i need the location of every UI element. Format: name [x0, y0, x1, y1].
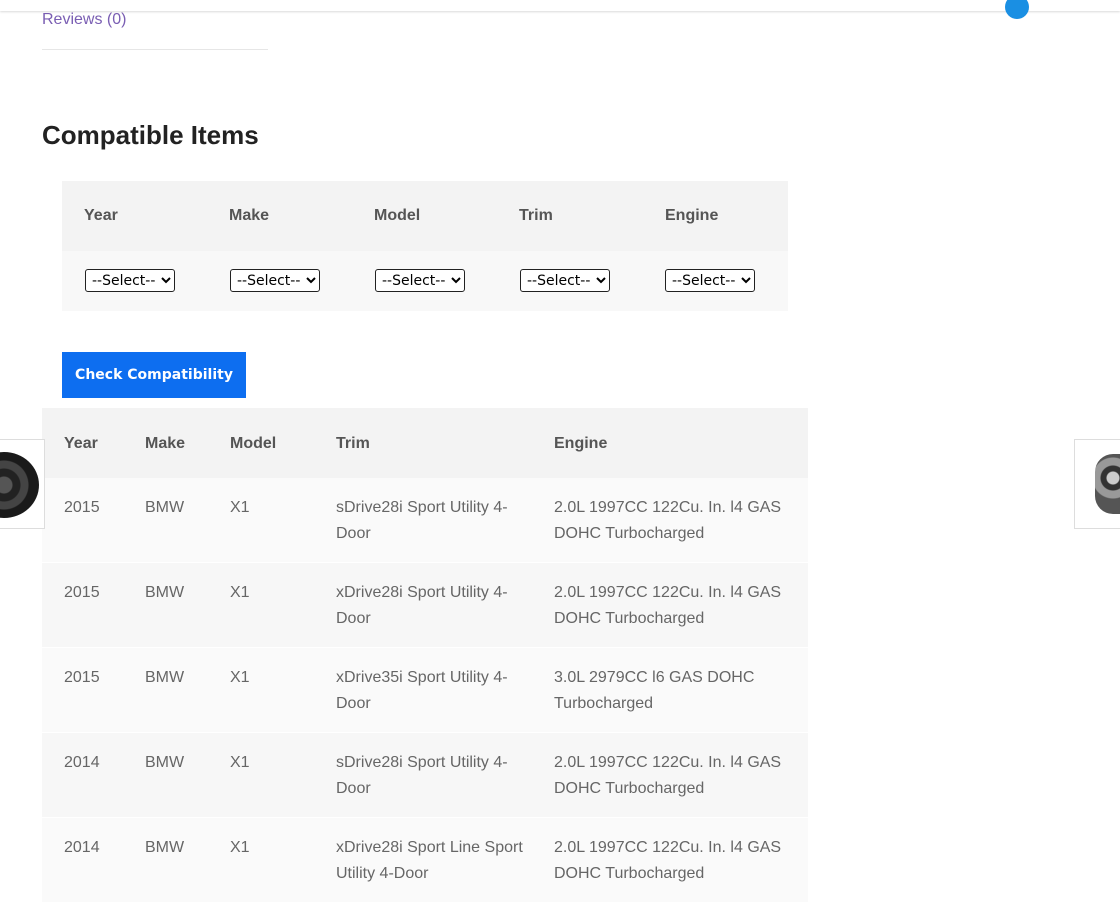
make-select-wrap: --Select-- — [230, 269, 320, 292]
filter-label-year: Year — [84, 207, 118, 224]
cell-model: X1 — [230, 499, 250, 516]
cell-model: X1 — [230, 669, 250, 686]
filter-label-make: Make — [229, 207, 270, 224]
header-engine: Engine — [554, 435, 608, 452]
header-year: Year — [64, 435, 98, 452]
cell-model: X1 — [230, 754, 250, 771]
year-select[interactable]: --Select-- — [85, 269, 175, 292]
engine-select[interactable]: --Select-- — [665, 269, 755, 292]
scroll-top-icon[interactable] — [1005, 0, 1029, 19]
table-header: Year Make Model Trim Engine — [42, 408, 808, 478]
cell-trim: xDrive28i Sport Line Sport Utility 4-Doo… — [336, 839, 523, 882]
cell-year: 2015 — [64, 584, 100, 601]
tab-reviews-label[interactable]: Reviews (0) — [42, 11, 126, 29]
cell-make: BMW — [145, 839, 185, 856]
make-select[interactable]: --Select-- — [230, 269, 320, 292]
header-model: Model — [230, 435, 277, 452]
model-select-wrap: --Select-- — [375, 269, 465, 292]
table-row: 2015 BMW X1 xDrive35i Sport Utility 4-Do… — [42, 648, 808, 733]
cell-engine: 2.0L 1997CC 122Cu. In. l4 GAS DOHC Turbo… — [554, 754, 782, 797]
cell-make: BMW — [145, 499, 185, 516]
cell-trim: sDrive28i Sport Utility 4-Door — [336, 754, 508, 797]
filter-header: Year Make Model Trim Engine — [62, 181, 788, 251]
check-compatibility-button[interactable]: Check Compatibility — [62, 352, 246, 398]
section-title: Compatible Items — [42, 120, 259, 150]
cell-year: 2015 — [64, 499, 100, 516]
cell-make: BMW — [145, 669, 185, 686]
cell-engine: 2.0L 1997CC 122Cu. In. l4 GAS DOHC Turbo… — [554, 499, 782, 542]
trim-select[interactable]: --Select-- — [520, 269, 610, 292]
engine-part-image — [1095, 454, 1120, 514]
cell-year: 2014 — [64, 754, 100, 771]
year-select-wrap: --Select-- — [85, 269, 175, 292]
cell-model: X1 — [230, 584, 250, 601]
cell-year: 2015 — [64, 669, 100, 686]
cell-make: BMW — [145, 754, 185, 771]
radiator-fan-image — [0, 452, 39, 518]
table-row: 2015 BMW X1 sDrive28i Sport Utility 4-Do… — [42, 478, 808, 563]
filter-label-trim: Trim — [519, 207, 553, 224]
cell-make: BMW — [145, 584, 185, 601]
cell-model: X1 — [230, 839, 250, 856]
compatibility-table: Year Make Model Trim Engine 2015 BMW X1 … — [42, 408, 808, 903]
header-make: Make — [145, 435, 186, 452]
engine-select-wrap: --Select-- — [665, 269, 755, 292]
table-row: 2014 BMW X1 xDrive28i Sport Line Sport U… — [42, 818, 808, 903]
model-select[interactable]: --Select-- — [375, 269, 465, 292]
table-row: 2015 BMW X1 xDrive28i Sport Utility 4-Do… — [42, 563, 808, 648]
filter-label-model: Model — [374, 207, 421, 224]
cell-year: 2014 — [64, 839, 100, 856]
trim-select-wrap: --Select-- — [520, 269, 610, 292]
cell-engine: 2.0L 1997CC 122Cu. In. l4 GAS DOHC Turbo… — [554, 584, 782, 627]
cell-engine: 3.0L 2979CC l6 GAS DOHC Turbocharged — [554, 669, 755, 712]
prev-product-thumbnail[interactable] — [0, 439, 45, 529]
top-bar — [0, 0, 1120, 11]
cell-trim: xDrive35i Sport Utility 4-Door — [336, 669, 508, 712]
cell-trim: sDrive28i Sport Utility 4-Door — [336, 499, 508, 542]
next-product-thumbnail[interactable] — [1074, 439, 1120, 529]
header-trim: Trim — [336, 435, 370, 452]
cell-trim: xDrive28i Sport Utility 4-Door — [336, 584, 508, 627]
filter-label-engine: Engine — [665, 207, 719, 224]
table-row: 2014 BMW X1 sDrive28i Sport Utility 4-Do… — [42, 733, 808, 818]
compatibility-filter: Year Make Model Trim Engine --Select-- -… — [62, 181, 788, 311]
cell-engine: 2.0L 1997CC 122Cu. In. l4 GAS DOHC Turbo… — [554, 839, 782, 882]
